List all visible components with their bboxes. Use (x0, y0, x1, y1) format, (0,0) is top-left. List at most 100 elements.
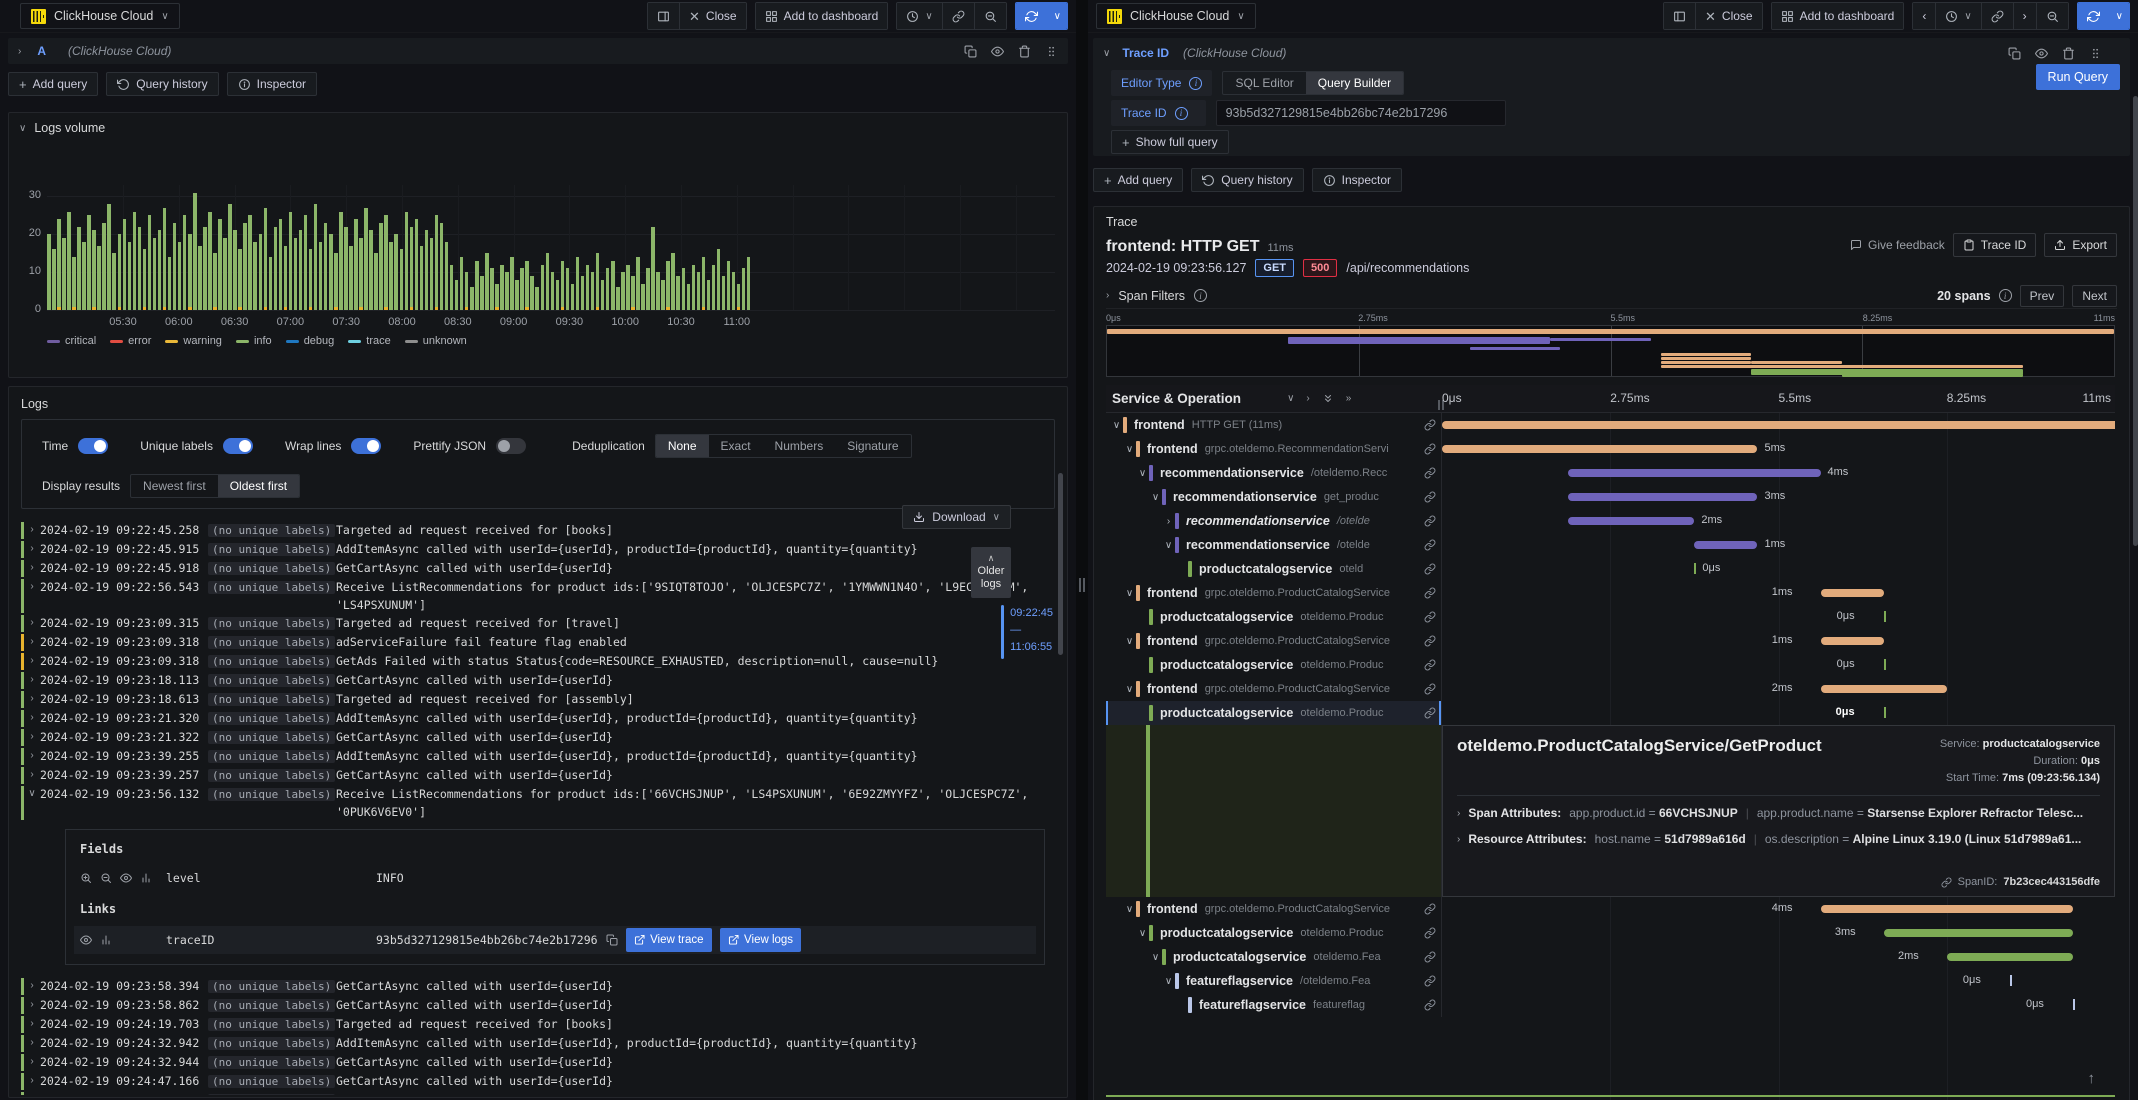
left-query-history-button[interactable]: Query history (106, 72, 219, 96)
span-attributes-row[interactable]: › Span Attributes: app.product.id = 66VCHS… (1457, 806, 2100, 820)
span-link-icon[interactable] (1424, 491, 1436, 503)
logs-scrollbar[interactable] (1058, 473, 1063, 655)
log-row[interactable]: › 2024-02-19 09:23:09.318 (no unique label… (21, 633, 1045, 652)
prettify-json-toggle[interactable] (496, 438, 527, 454)
log-row[interactable]: › 2024-02-19 09:23:21.322 (no unique label… (21, 728, 1045, 747)
right-zoom-out-button[interactable] (2036, 3, 2068, 29)
span-name-column[interactable]: ∨ frontend grpc.oteldemo.ProductCatalogSer… (1106, 677, 1442, 701)
stats-icon[interactable] (140, 872, 152, 884)
span-row[interactable]: › recommendationservice/otelde 2ms (1106, 509, 2115, 533)
span-row[interactable]: ∨ frontend grpc.oteldemo.ProductCatalogSer… (1106, 677, 2115, 701)
chevron-right-icon[interactable]: › (24, 1034, 40, 1053)
span-row[interactable]: productcatalogservice oteldemo.Produc 0μs (1106, 653, 2115, 677)
legend-item-warning[interactable]: warning (165, 335, 222, 347)
span-link-icon[interactable] (1424, 927, 1436, 939)
right-query-history-button[interactable]: Query history (1191, 168, 1304, 192)
resource-attributes-row[interactable]: › Resource Attributes: host.name = 51d7989… (1457, 832, 2100, 846)
span-timeline-cell[interactable]: 0μs (1442, 653, 2115, 677)
right-pane-scrollbar[interactable] (2133, 96, 2138, 546)
log-row[interactable]: ›2024-02-19 09:24:47.954(no unique label… (21, 1091, 1045, 1095)
span-link-icon[interactable] (1424, 951, 1436, 963)
chevron-right-icon[interactable]: › (24, 559, 40, 578)
left-add-to-dashboard-button[interactable]: Add to dashboard (755, 3, 888, 29)
span-timeline-cell[interactable]: 3ms (1442, 921, 2115, 945)
log-row[interactable]: › 2024-02-19 09:23:58.862 (no unique label… (21, 996, 1045, 1015)
left-run-interval-dropdown[interactable]: ∨ (1047, 3, 1067, 29)
span-link-icon[interactable] (1424, 999, 1436, 1011)
span-timeline-cell[interactable]: 4ms (1442, 897, 2115, 921)
time-shift-left-button[interactable]: ‹ (1913, 3, 1937, 29)
span-name-column[interactable]: ∨ productcatalogservice oteldemo.Fea (1106, 945, 1442, 969)
scroll-top-icon[interactable]: ↑ (2088, 1070, 2096, 1087)
log-row[interactable]: › 2024-02-19 09:24:19.703 (no unique label… (21, 1015, 1045, 1034)
time-toggle[interactable] (78, 438, 109, 454)
run-query-button[interactable]: Run Query (2035, 64, 2120, 90)
search-minus-icon[interactable] (100, 872, 112, 884)
span-timeline-cell[interactable]: 1ms (1442, 629, 2115, 653)
left-inspector-button[interactable]: Inspector (226, 72, 318, 96)
log-row[interactable]: › 2024-02-19 09:23:09.318 (no unique label… (21, 652, 1045, 671)
chevron-right-icon[interactable]: › (24, 996, 40, 1015)
chevron-down-icon[interactable]: ∨ (24, 785, 40, 821)
chevron-right-icon[interactable]: › (24, 633, 40, 652)
span-timeline-cell[interactable]: 5ms (1442, 437, 2115, 461)
log-row[interactable]: › 2024-02-19 09:22:45.258 (no unique label… (21, 521, 1045, 540)
span-link-icon[interactable] (1424, 707, 1436, 719)
span-name-column[interactable]: ∨ recommendationservice/otelde (1106, 533, 1442, 557)
right-share-link-button[interactable] (1981, 3, 2014, 29)
chevron-down-icon[interactable]: ∨ (1149, 952, 1162, 963)
span-filters-label[interactable]: Span Filters (1118, 289, 1185, 303)
trace-id-input[interactable]: 93b5d327129815e4bb26bc74e2b17296 (1215, 100, 1506, 126)
span-link-icon[interactable] (1424, 611, 1436, 623)
log-row[interactable]: › 2024-02-19 09:23:58.394 (no unique label… (21, 977, 1045, 996)
chevron-right-icon[interactable]: › (24, 614, 40, 633)
span-name-column[interactable]: productcatalogservice oteldemo.Produc (1106, 653, 1442, 677)
column-resize-handle[interactable] (1438, 400, 1440, 410)
give-feedback-button[interactable]: Give feedback (1850, 238, 1945, 252)
log-row[interactable]: › 2024-02-19 09:24:32.944 (no unique label… (21, 1053, 1045, 1072)
drag-handle-icon[interactable] (2089, 47, 2102, 60)
editor-type-sql-editor[interactable]: SQL Editor (1223, 72, 1305, 94)
collapse-one-icon[interactable]: ∨ (1287, 393, 1294, 404)
stats-icon[interactable] (100, 934, 112, 946)
split-pane-button[interactable] (648, 3, 680, 29)
legend-item-debug[interactable]: debug (285, 335, 334, 347)
time-shift-right-button[interactable]: › (2013, 3, 2037, 29)
chevron-right-icon[interactable]: › (24, 1015, 40, 1034)
chevron-down-icon[interactable]: ∨ (1162, 976, 1175, 987)
span-name-column[interactable]: ∨ recommendationservice get_produc (1106, 485, 1442, 509)
span-name-column[interactable]: productcatalogservice oteldemo.Produc (1106, 605, 1442, 629)
left-datasource-picker[interactable]: ClickHouse Cloud ∨ (20, 3, 180, 29)
log-row[interactable]: › 2024-02-19 09:23:18.613 (no unique label… (21, 690, 1045, 709)
log-row[interactable]: › 2024-02-19 09:23:39.255 (no unique label… (21, 747, 1045, 766)
log-row[interactable]: › 2024-02-19 09:23:39.257 (no unique label… (21, 766, 1045, 785)
chevron-right-icon[interactable]: › (24, 709, 40, 728)
span-link-icon[interactable] (1424, 515, 1436, 527)
span-name-column[interactable]: ∨ frontend HTTP GET (11ms) (1106, 413, 1442, 437)
span-name-column[interactable]: › recommendationservice/otelde (1106, 509, 1442, 533)
duplicate-query-icon[interactable] (964, 45, 977, 58)
span-link-icon[interactable] (1424, 563, 1436, 575)
span-timeline-cell[interactable]: 0μs (1442, 701, 2115, 725)
left-run-query-button[interactable] (1015, 3, 1048, 29)
export-button[interactable]: Export (2044, 233, 2117, 257)
log-row[interactable]: › 2024-02-19 09:22:45.915 (no unique label… (21, 540, 1045, 559)
trace-minimap[interactable] (1106, 325, 2115, 377)
chevron-down-icon[interactable]: ∨ (1123, 636, 1136, 647)
span-name-column[interactable]: ∨ frontend grpc.oteldemo.ProductCatalogSer… (1106, 629, 1442, 653)
legend-item-info[interactable]: info (235, 335, 272, 347)
chevron-right-icon[interactable]: › (24, 521, 40, 540)
log-row[interactable]: ∨ 2024-02-19 09:23:56.132 (no unique label… (21, 785, 1045, 821)
download-button[interactable]: Download ∨ (902, 505, 1011, 529)
right-run-interval-dropdown[interactable]: ∨ (2109, 3, 2129, 29)
span-link-icon[interactable] (1424, 419, 1436, 431)
delete-query-icon[interactable] (2062, 47, 2075, 60)
log-row[interactable]: › 2024-02-19 09:23:21.320 (no unique label… (21, 709, 1045, 728)
toggle-query-icon[interactable] (2035, 47, 2048, 60)
right-close-button[interactable]: ✕ Close (1696, 3, 1762, 29)
chevron-right-icon[interactable]: › (24, 578, 40, 614)
view-logs-button[interactable]: View logs (719, 928, 802, 952)
span-row[interactable]: ∨ recommendationservice/otelde 1ms (1106, 533, 2115, 557)
log-row[interactable]: › 2024-02-19 09:23:09.315 (no unique label… (21, 614, 1045, 633)
log-time-range-indicator[interactable]: 09:22:45 — 11:06:55 (1001, 605, 1053, 659)
